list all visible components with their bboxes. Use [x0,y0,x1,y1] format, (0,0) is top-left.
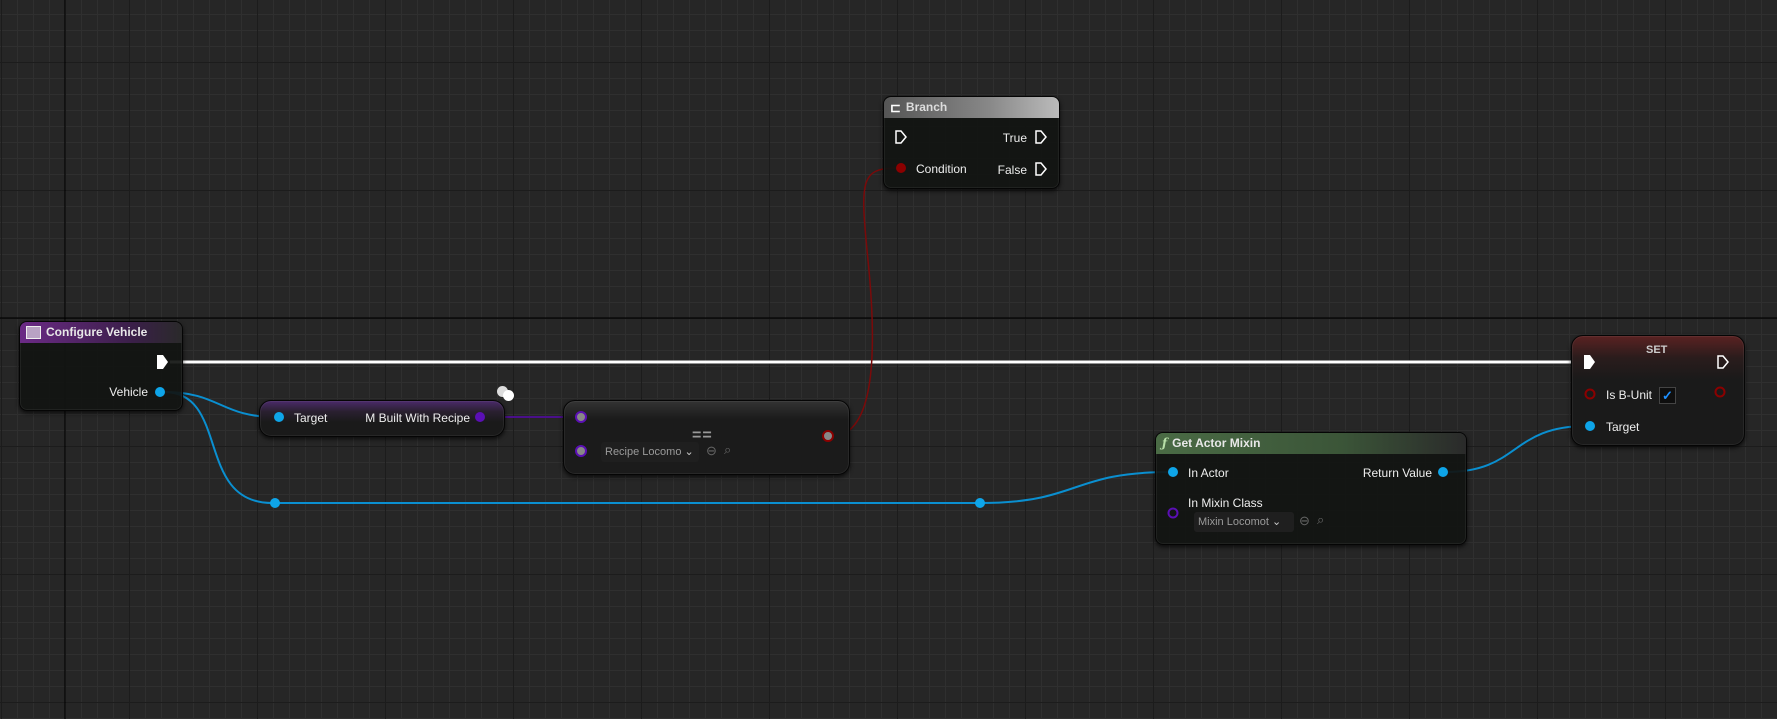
is-b-unit-out-pin[interactable] [1714,386,1726,398]
branch-false-pin[interactable] [1035,162,1047,176]
reroute-knot[interactable] [975,498,985,508]
reroute-knot[interactable] [270,498,280,508]
set-exec-in-pin[interactable] [1584,355,1595,369]
equals-a-pin[interactable] [575,411,587,423]
condition-pin[interactable] [896,163,906,173]
vehicle-pin[interactable] [155,387,165,397]
equals-b-pin[interactable] [575,445,587,457]
branch-exec-in-pin[interactable] [895,130,907,144]
set-target-pin[interactable] [1585,421,1595,431]
return-value-pin[interactable] [1438,467,1448,477]
target-pin[interactable] [274,412,284,422]
m-built-pin[interactable] [475,412,485,422]
set-exec-out-pin[interactable] [1717,355,1729,369]
in-actor-pin[interactable] [1168,467,1178,477]
in-mixin-class-pin[interactable] [1167,507,1179,519]
exec-out-pin[interactable] [157,355,168,369]
equals-result-pin[interactable] [822,430,834,442]
is-b-unit-in-pin[interactable] [1584,388,1596,400]
pins-layer [155,130,1729,519]
branch-true-pin[interactable] [1035,130,1047,144]
